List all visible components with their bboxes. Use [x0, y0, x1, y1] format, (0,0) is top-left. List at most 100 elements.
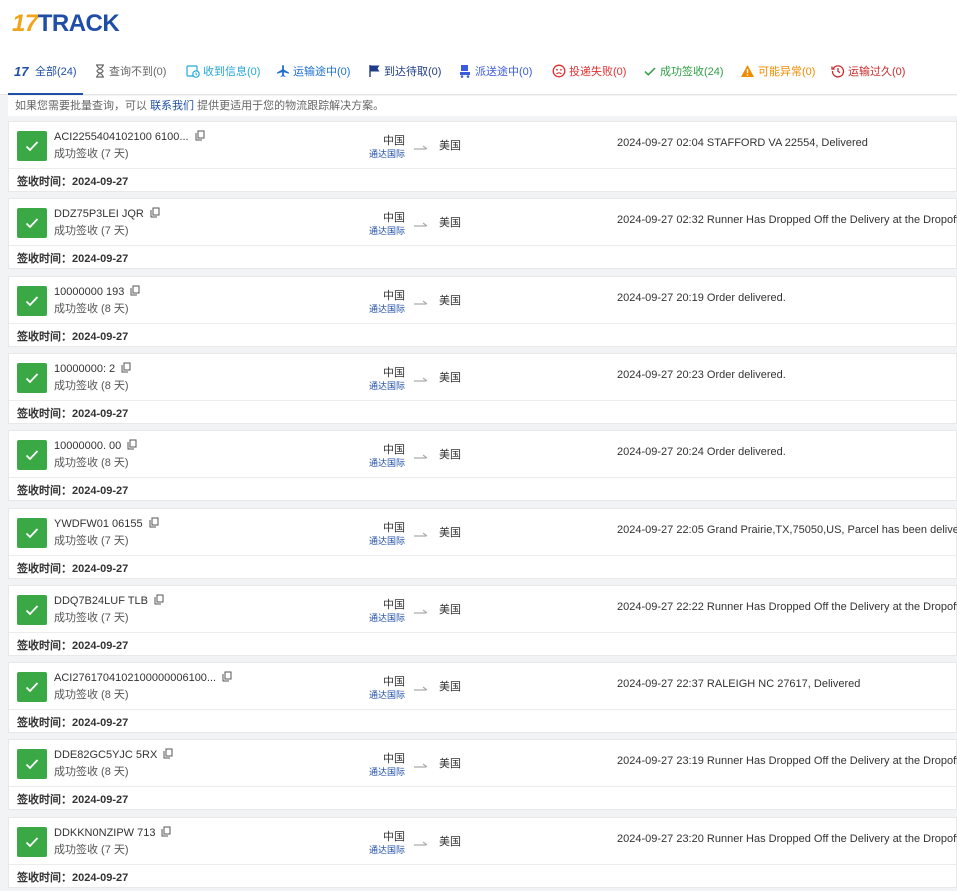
copy-icon[interactable] [121, 362, 131, 376]
tracking-number[interactable]: DDKKN0NZIPW 713 [54, 826, 171, 840]
tracking-number[interactable]: YWDFW01 06155 [54, 517, 159, 531]
status-tabs-bar: 17 全部(24) 查询不到(0) 收到信息(0) 运输途中(0) 到达待取(0) 派送途中… [0, 48, 957, 95]
signed-time: 签收时间：2024-09-27 [17, 637, 128, 653]
shipment-card[interactable]: 10000000 193 成功签收 (8 天) 中国 通达国际 美国 2024-… [8, 275, 957, 347]
latest-event: 2024-09-27 02:32 Runner Has Dropped Off … [617, 214, 957, 227]
tracking-number[interactable]: 10000000 193 [54, 285, 140, 299]
shipment-card[interactable]: DDZ75P3LEI JQR 成功签收 (7 天) 中国 通达国际 美国 202… [8, 198, 957, 270]
17track-logo[interactable]: 17 TRACK [12, 10, 120, 38]
tracking-number[interactable]: DDQ7B24LUF TLB [54, 594, 164, 608]
tracking-number[interactable]: ACI2761704102100000006100... [54, 671, 232, 685]
card-divider [9, 709, 957, 711]
airplane-icon [276, 64, 293, 78]
card-divider [9, 322, 957, 324]
card-divider [9, 477, 957, 479]
history-clock-icon [831, 64, 848, 78]
tab-3[interactable]: 运输途中(0) [276, 62, 350, 80]
tab-2[interactable]: 收到信息(0) [186, 62, 260, 80]
latest-event: 2024-09-27 20:23 Order delivered. [617, 368, 786, 381]
destination-country: 美国 [439, 294, 461, 307]
copy-icon[interactable] [161, 826, 171, 840]
carrier-link[interactable]: 通达国际 [359, 224, 405, 237]
tracking-number[interactable]: 10000000. 00 [54, 439, 137, 453]
destination-country: 美国 [439, 140, 461, 152]
tracking-number-text: ACI2255404102100 6100... [54, 131, 189, 143]
shipment-card[interactable]: 10000000: 2 成功签收 (8 天) 中国 通达国际 美国 2024-0… [8, 352, 957, 424]
signed-time-label: 签收时间： [17, 407, 72, 420]
shipment-card[interactable]: 10000000. 00 成功签收 (8 天) 中国 通达国际 美国 2024-… [8, 430, 957, 502]
signed-time-label: 签收时间： [17, 794, 72, 807]
carrier-link[interactable]: 通达国际 [359, 147, 405, 160]
route-arrow-icon [414, 447, 428, 465]
shipment-card[interactable]: DDQ7B24LUF TLB 成功签收 (7 天) 中国 通达国际 美国 202… [8, 584, 957, 656]
tab-4[interactable]: 到达待取(0) [368, 62, 441, 80]
tracking-number-text: ACI2761704102100000006100... [54, 672, 217, 685]
route-arrow-icon [414, 293, 428, 311]
tab-6[interactable]: 投递失败(0) [552, 62, 626, 80]
copy-icon[interactable] [163, 748, 173, 762]
delivered-check-icon [17, 826, 47, 857]
copy-icon[interactable] [195, 130, 205, 144]
tab-label: 投递失败(0) [569, 66, 627, 78]
delivery-person-icon [458, 64, 475, 78]
tracking-number[interactable]: DDZ75P3LEI JQR [54, 207, 160, 221]
carrier-link[interactable]: 通达国际 [359, 843, 405, 856]
signed-time-date: 2024-09-27 [72, 639, 129, 652]
tab-5[interactable]: 派送途中(0) [458, 62, 532, 80]
shipment-card[interactable]: YWDFW01 06155 成功签收 (7 天) 中国 通达国际 美国 2024… [8, 507, 957, 579]
tracking-number[interactable]: 10000000: 2 [54, 362, 131, 376]
copy-icon[interactable] [149, 517, 159, 531]
copy-icon[interactable] [222, 671, 232, 685]
carrier-link[interactable]: 通达国际 [359, 688, 405, 701]
delivered-check-icon [17, 131, 47, 161]
tracking-number[interactable]: ACI2255404102100 6100... [54, 130, 205, 144]
signed-time-label: 签收时间： [17, 485, 72, 498]
latest-event: 2024-09-27 22:05 Grand Prairie,TX,75050,… [617, 523, 957, 536]
warning-icon [740, 64, 758, 78]
route-arrow-icon [414, 834, 428, 852]
tab-7[interactable]: 成功签收(24) [643, 62, 724, 80]
shipment-card[interactable]: DDKKN0NZIPW 713 成功签收 (7 天) 中国 通达国际 美国 20… [8, 816, 957, 888]
destination-country: 美国 [439, 835, 461, 848]
carrier-link[interactable]: 通达国际 [359, 379, 405, 392]
tracking-number[interactable]: DDE82GC5YJC 5RX [54, 748, 173, 762]
shipment-card[interactable]: DDE82GC5YJC 5RX 成功签收 (8 天) 中国 通达国际 美国 20… [8, 739, 957, 811]
carrier-link[interactable]: 通达国际 [359, 611, 405, 624]
origin-country: 中国 [383, 366, 405, 379]
hourglass-icon [94, 64, 109, 78]
contact-us-link[interactable]: 联系我们 [150, 100, 194, 112]
destination-country: 美国 [439, 758, 461, 771]
carrier-link[interactable]: 通达国际 [359, 765, 405, 778]
tracking-number-text: 10000000: 2 [54, 362, 116, 375]
origin-country: 中国 [383, 212, 405, 225]
copy-icon[interactable] [150, 207, 160, 221]
latest-event: 2024-09-27 23:19 Runner Has Dropped Off … [617, 755, 957, 768]
origin-country: 中国 [383, 753, 405, 766]
delivery-status: 成功签收 (7 天) [54, 611, 129, 624]
delivery-status: 成功签收 (8 天) [54, 457, 129, 470]
copy-icon[interactable] [154, 594, 164, 608]
delivery-status: 成功签收 (8 天) [54, 689, 129, 702]
route-arrow-icon [414, 756, 428, 774]
tab-1[interactable]: 查询不到(0) [94, 62, 166, 80]
shipment-card[interactable]: ACI2255404102100 6100... 成功签收 (7 天) 中国 通… [8, 121, 957, 192]
carrier-link[interactable]: 通达国际 [359, 534, 405, 547]
shipment-card[interactable]: ACI2761704102100000006100... 成功签收 (8 天) … [8, 662, 957, 734]
signed-time: 签收时间：2024-09-27 [17, 328, 128, 344]
origin-country: 中国 [383, 444, 405, 457]
copy-icon[interactable] [127, 439, 137, 453]
carrier-link[interactable]: 通达国际 [359, 302, 405, 315]
origin-country: 中国 [383, 289, 405, 302]
tab-9[interactable]: 运输过久(0) [831, 62, 905, 80]
tab-0[interactable]: 17 全部(24) [14, 62, 77, 80]
delivery-status: 成功签收 (8 天) [54, 766, 129, 779]
carrier-link[interactable]: 通达国际 [359, 456, 405, 469]
tab-label: 运输过久(0) [848, 66, 906, 78]
tab-label: 全部(24) [35, 66, 77, 78]
copy-icon[interactable] [130, 285, 140, 299]
logo-word: TRACK [37, 10, 120, 37]
tab-8[interactable]: 可能异常(0) [740, 62, 815, 80]
flag-icon [368, 64, 384, 78]
delivered-check-icon [17, 208, 47, 239]
origin-country: 中国 [383, 521, 405, 534]
